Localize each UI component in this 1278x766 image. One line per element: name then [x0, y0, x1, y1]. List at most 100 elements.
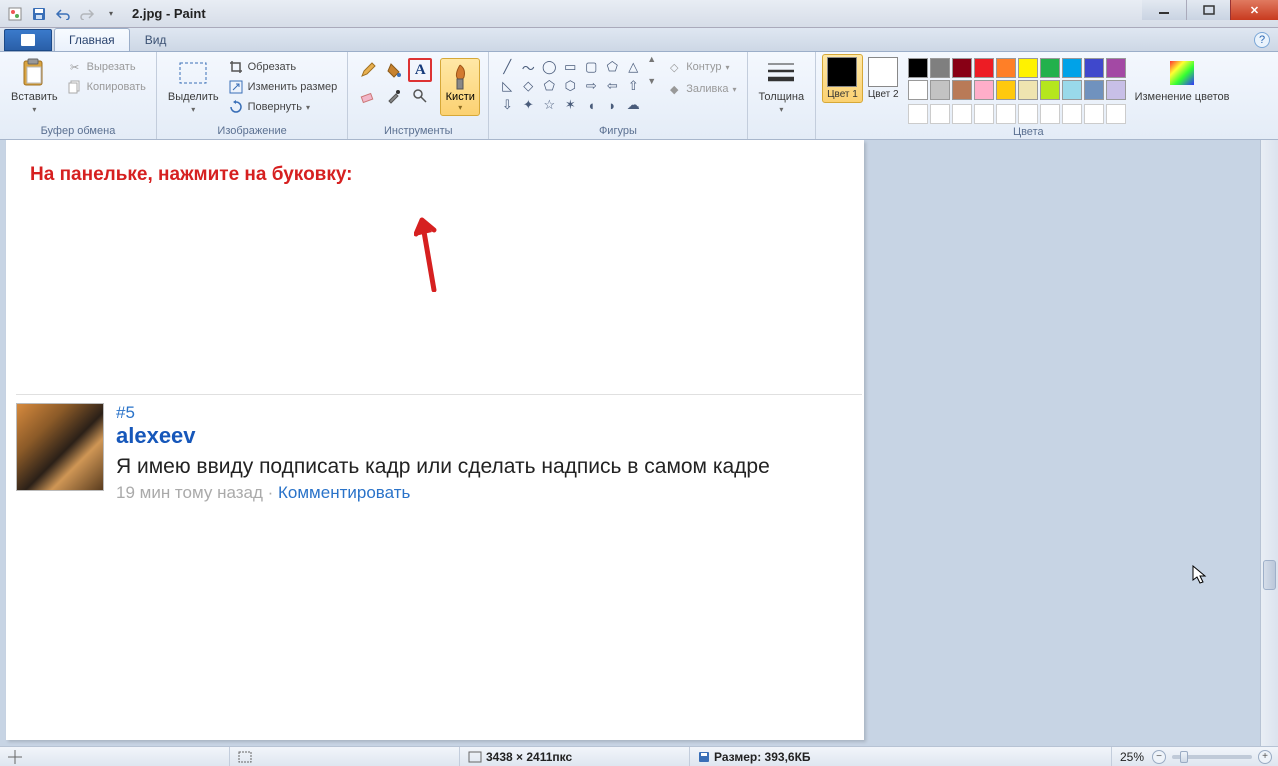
canvas-viewport[interactable]: На панельке, нажмите на буковку: #5 alex… — [0, 140, 1260, 746]
custom-color-slot[interactable] — [996, 104, 1016, 124]
tab-view[interactable]: Вид — [130, 28, 182, 51]
canvas[interactable]: На панельке, нажмите на буковку: #5 alex… — [6, 140, 864, 740]
tab-main[interactable]: Главная — [54, 28, 130, 51]
palette-color[interactable] — [1084, 80, 1104, 100]
paste-button[interactable]: Вставить ▾ — [6, 54, 63, 117]
tools-group-label: Инструменты — [354, 123, 482, 139]
shape-arrow-l[interactable]: ⇦ — [602, 77, 622, 95]
custom-color-slot[interactable] — [1084, 104, 1104, 124]
zoom-slider[interactable] — [1172, 755, 1252, 759]
file-menu-button[interactable] — [4, 29, 52, 51]
palette-color[interactable] — [1106, 80, 1126, 100]
copy-button[interactable]: Копировать — [65, 78, 148, 96]
palette-color[interactable] — [952, 58, 972, 78]
shape-diamond[interactable]: ◇ — [518, 77, 538, 95]
shape-oval[interactable]: ◯ — [539, 58, 559, 76]
pencil-tool[interactable] — [356, 58, 380, 82]
colors-group-label: Цвета — [822, 124, 1234, 140]
shape-roundrect[interactable]: ▢ — [581, 58, 601, 76]
palette-color[interactable] — [1084, 58, 1104, 78]
comment-link[interactable]: Комментировать — [278, 483, 410, 502]
palette-color[interactable] — [974, 80, 994, 100]
color2-button[interactable]: Цвет 2 — [863, 54, 904, 103]
shape-arrow-d[interactable]: ⇩ — [497, 96, 517, 114]
qat-dropdown-icon[interactable]: ▾ — [100, 4, 122, 24]
dropdown-icon: ▾ — [779, 105, 783, 114]
edit-colors-button[interactable]: Изменение цветов — [1130, 54, 1235, 106]
shape-arrow-u[interactable]: ⇧ — [623, 77, 643, 95]
palette-color[interactable] — [996, 80, 1016, 100]
shape-star6[interactable]: ✶ — [560, 96, 580, 114]
save-icon[interactable] — [28, 4, 50, 24]
scroll-down-icon[interactable]: ▼ — [647, 76, 656, 86]
close-button[interactable]: ✕ — [1230, 0, 1278, 20]
shapes-scroll[interactable]: ▲ ▼ — [645, 54, 658, 86]
palette-color[interactable] — [930, 58, 950, 78]
zoom-out-button[interactable]: − — [1152, 750, 1166, 764]
custom-color-slot[interactable] — [1040, 104, 1060, 124]
custom-color-slot[interactable] — [952, 104, 972, 124]
rotate-button[interactable]: Повернуть ▾ — [226, 98, 340, 116]
custom-color-slot[interactable] — [1018, 104, 1038, 124]
scrollbar-thumb[interactable] — [1263, 560, 1276, 590]
select-button[interactable]: Выделить ▾ — [163, 54, 224, 117]
eraser-tool[interactable] — [356, 84, 380, 108]
shape-pentagon[interactable]: ⬠ — [539, 77, 559, 95]
scroll-up-icon[interactable]: ▲ — [647, 54, 656, 64]
color-picker-tool[interactable] — [382, 84, 406, 108]
shape-rect[interactable]: ▭ — [560, 58, 580, 76]
zoom-slider-thumb[interactable] — [1180, 751, 1188, 763]
brush-icon — [448, 63, 472, 91]
outline-button[interactable]: ◇ Контур ▾ — [664, 58, 738, 76]
color1-button[interactable]: Цвет 1 — [822, 54, 863, 103]
vertical-scrollbar[interactable] — [1260, 140, 1278, 746]
shape-star4[interactable]: ✦ — [518, 96, 538, 114]
shape-triangle[interactable]: △ — [623, 58, 643, 76]
shapes-gallery[interactable]: ╱ 〜 ◯ ▭ ▢ ⬠ △ ◺ ◇ ⬠ ⬡ ⇨ ⇦ ⇧ ⇩ ✦ ☆ — [495, 54, 645, 118]
custom-color-slot[interactable] — [908, 104, 928, 124]
brushes-button[interactable]: Кисти ▾ — [440, 58, 480, 116]
shape-arrow-r[interactable]: ⇨ — [581, 77, 601, 95]
palette-color[interactable] — [1018, 58, 1038, 78]
palette-color[interactable] — [1106, 58, 1126, 78]
shape-callout-cl[interactable]: ☁ — [623, 96, 643, 114]
palette-color[interactable] — [1040, 80, 1060, 100]
palette-color[interactable] — [974, 58, 994, 78]
maximize-button[interactable] — [1186, 0, 1230, 20]
crop-button[interactable]: Обрезать — [226, 58, 340, 76]
palette-color[interactable] — [1018, 80, 1038, 100]
shape-curve[interactable]: 〜 — [518, 58, 538, 76]
custom-color-slot[interactable] — [1062, 104, 1082, 124]
undo-icon[interactable] — [52, 4, 74, 24]
minimize-button[interactable] — [1142, 0, 1186, 20]
size-button[interactable]: Толщина ▾ — [754, 54, 810, 117]
shape-rtriangle[interactable]: ◺ — [497, 77, 517, 95]
shape-line[interactable]: ╱ — [497, 58, 517, 76]
custom-color-slot[interactable] — [1106, 104, 1126, 124]
fill-button[interactable]: ◆ Заливка ▾ — [664, 80, 738, 98]
text-tool[interactable]: A — [408, 58, 432, 82]
palette-color[interactable] — [908, 80, 928, 100]
resize-button[interactable]: Изменить размер — [226, 78, 340, 96]
palette-color[interactable] — [1062, 58, 1082, 78]
shape-star5[interactable]: ☆ — [539, 96, 559, 114]
palette-color[interactable] — [908, 58, 928, 78]
palette-color[interactable] — [930, 80, 950, 100]
shape-callout-ov[interactable]: ◗ — [602, 96, 622, 114]
cut-button[interactable]: ✂ Вырезать — [65, 58, 148, 76]
custom-color-slot[interactable] — [930, 104, 950, 124]
zoom-in-button[interactable]: + — [1258, 750, 1272, 764]
shape-callout-rr[interactable]: ◖ — [581, 96, 601, 114]
fill-tool[interactable] — [382, 58, 406, 82]
palette-color[interactable] — [1062, 80, 1082, 100]
redo-icon[interactable] — [76, 4, 98, 24]
palette-color[interactable] — [1040, 58, 1060, 78]
help-button[interactable]: ? — [1254, 32, 1270, 48]
shape-polygon[interactable]: ⬠ — [602, 58, 622, 76]
magnifier-tool[interactable] — [408, 84, 432, 108]
palette-color[interactable] — [952, 80, 972, 100]
palette-color[interactable] — [996, 58, 1016, 78]
shape-hexagon[interactable]: ⬡ — [560, 77, 580, 95]
custom-color-slot[interactable] — [974, 104, 994, 124]
dropdown-icon: ▾ — [32, 105, 36, 114]
